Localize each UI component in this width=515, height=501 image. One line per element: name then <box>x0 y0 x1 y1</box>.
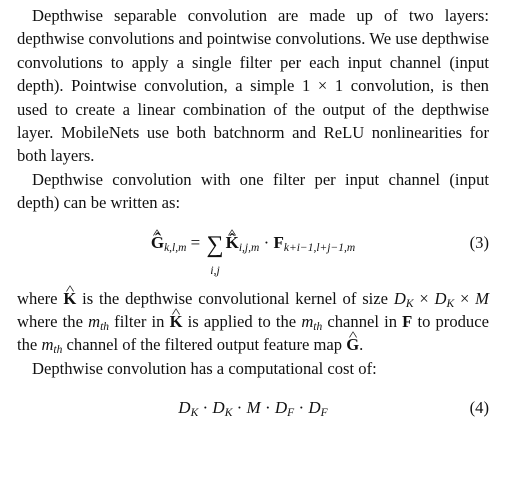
eq4-m: M <box>246 398 261 418</box>
eq3-kernel-k: K̂ <box>226 231 239 254</box>
eq4-dk-1-sub: K <box>190 407 199 420</box>
m-3: m <box>41 335 54 355</box>
dk-1: D <box>393 288 406 308</box>
eq3-lhs-g: Ĝ <box>151 231 164 254</box>
paragraph-depthwise-separable: Depthwise separable convolution are made… <box>17 4 489 168</box>
eq4-dk-2-sub: K <box>224 407 233 420</box>
paper-page: Depthwise separable convolution are made… <box>17 4 489 426</box>
paragraph-kernel-description: where K is the depthwise convolutional k… <box>17 287 489 357</box>
equation-4-body: DK · DK · M · DF · DF <box>17 396 489 419</box>
eq3-sum: ∑ i,j <box>206 231 224 277</box>
math-kernel-size: DK × DK × M <box>393 288 489 310</box>
p3-kernel-size-text: is the depthwise convolutional kernel of… <box>82 288 388 308</box>
m-1: m <box>88 312 101 332</box>
math-m-th-3: mth <box>41 335 63 357</box>
times-1: × <box>419 288 429 308</box>
th-2: th <box>313 321 323 334</box>
eq4-df-2-sub: F <box>320 407 328 420</box>
p3-applied-to: is applied to the <box>187 312 297 332</box>
eq4-dk-2: D <box>212 398 225 418</box>
eq4-df-2: D <box>308 398 321 418</box>
symbol-g-hat: G <box>346 333 359 356</box>
eq3-dot: · <box>263 232 270 252</box>
symbol-f: F <box>402 312 413 332</box>
p3-channel-in: channel in <box>327 312 398 332</box>
eq3-feature-f: F <box>273 232 284 252</box>
eq3-kernel-sub: i,j,m <box>238 241 260 254</box>
equation-3-number: (3) <box>469 232 489 252</box>
eq4-dot-3: · <box>264 398 271 418</box>
eq4-df-1: D <box>274 398 288 418</box>
symbol-k-hat: K <box>63 287 76 310</box>
p3-filter-in: filter in <box>114 312 165 332</box>
eq3-sum-sub: i,j <box>210 262 220 277</box>
p3-channel-of: channel of the filtered output feature m… <box>66 335 343 355</box>
equation-4: DK · DK · M · DF · DF (4) <box>17 390 489 426</box>
sum-sign-icon: ∑ <box>206 231 224 258</box>
eq4-dot-1: · <box>202 398 209 418</box>
equation-3-body: Ĝk,l,m = ∑ i,j K̂i,j,m · Fk+i−1,l+j−1,m <box>17 231 489 277</box>
p3-period: . <box>359 335 364 355</box>
th-3: th <box>53 344 63 357</box>
eq3-lhs-sub: k,l,m <box>164 241 187 254</box>
equation-4-number: (4) <box>469 398 489 418</box>
math-m-th-2: mth <box>301 312 323 334</box>
m-2: m <box>301 312 314 332</box>
math-m-th-1: mth <box>88 312 110 334</box>
math-1x1: 1 × 1 <box>302 76 344 96</box>
eq3-equals: = <box>190 232 201 252</box>
times-2: × <box>459 288 470 308</box>
eq3-feature-sub: k+i−1,l+j−1,m <box>283 241 356 254</box>
dk-1-sub: K <box>405 297 414 310</box>
eq4-dot-4: · <box>298 398 305 418</box>
paragraph-computational-cost: Depthwise convolution has a computationa… <box>32 358 377 378</box>
equation-3: Ĝk,l,m = ∑ i,j K̂i,j,m · Fk+i−1,l+j−1,m (3… <box>17 225 489 283</box>
symbol-m: M <box>475 288 489 308</box>
th-1: th <box>100 321 110 334</box>
eq4-dot-2: · <box>236 398 243 418</box>
eq4-df-1-sub: F <box>287 407 295 420</box>
p3-where-the: where the <box>17 312 83 332</box>
dk-2: D <box>434 288 447 308</box>
p3-where: where <box>17 288 58 308</box>
dk-2-sub: K <box>446 297 455 310</box>
symbol-k-hat-2: K <box>170 310 183 333</box>
paragraph-depthwise-convolution: Depthwise convolution with one filter pe… <box>17 169 489 213</box>
eq4-dk-1: D <box>178 398 191 418</box>
